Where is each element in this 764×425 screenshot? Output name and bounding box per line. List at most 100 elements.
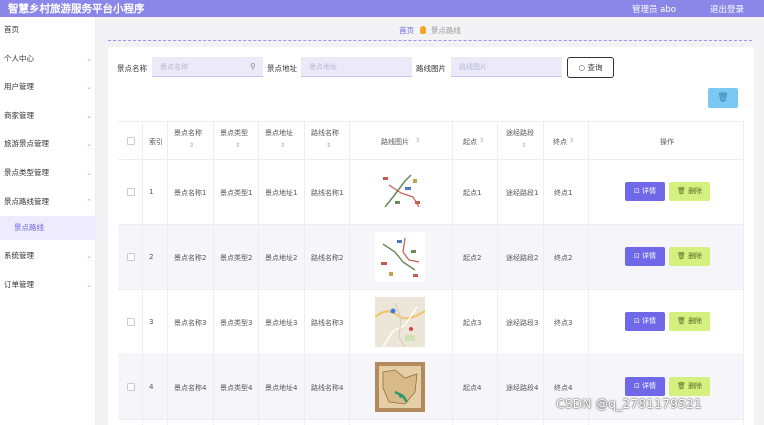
header-index: 索引 [149,138,163,146]
sidebar-item-attraction-management[interactable]: 旅游景点管理 ⌄ [0,134,96,154]
header-address[interactable]: 景点地址 [265,128,293,138]
header-end[interactable]: 终点 [553,137,567,147]
sidebar-item-label: 首页 [4,25,19,34]
sort-icon[interactable]: ⇕ [280,142,285,149]
breadcrumb-home[interactable]: 首页 [399,26,414,35]
cell-name: 景点名称4 [174,384,207,392]
cell-end: 终点1 [554,189,573,197]
query-button[interactable]: ○ 查询 [567,57,614,78]
column-divider [213,121,214,425]
sidebar-item-user-management[interactable]: 用户管理 ⌄ [0,77,96,97]
column-divider [142,121,143,425]
cell-end: 终点4 [554,384,573,392]
image-label: 路线图片 [416,64,446,73]
delete-button[interactable]: 🗑 删除 [669,182,710,201]
sidebar-item-label: 用户管理 [4,82,34,91]
delete-button[interactable]: 🗑 删除 [669,247,710,266]
app-title: 智慧乡村旅游服务平台小程序 [8,3,145,15]
user-info: 管理员 abo [631,5,676,15]
cell-address: 景点地址1 [265,189,298,197]
cell-name: 景点名称1 [174,189,207,197]
address-search-input[interactable] [301,57,412,77]
sidebar-item-home[interactable]: 首页 [0,20,96,40]
detail-button[interactable]: ⊡ 详情 [625,182,665,201]
name-search-input[interactable] [152,57,263,77]
batch-delete-button[interactable]: 🗑 [708,88,738,108]
detail-button[interactable]: ⊡ 详情 [625,312,665,331]
sort-icon[interactable]: ⇕ [479,137,484,144]
select-all-checkbox[interactable] [127,137,135,145]
table-row: 2 景点名称2 景点类型2 景点地址2 路线名称2 起点2 途经路段2 终点2 … [118,225,744,290]
cell-address: 景点地址4 [265,384,298,392]
route-map-thumbnail[interactable] [375,167,425,217]
delete-button-label: 删除 [688,187,703,195]
delete-button-label: 删除 [688,317,703,325]
header-name[interactable]: 景点名称 [174,128,202,138]
cell-name: 景点名称3 [174,319,207,327]
sort-icon[interactable]: ⇕ [415,137,420,144]
header-route[interactable]: 路线名称 [311,128,339,138]
sidebar-item-system-management[interactable]: 系统管理 ⌄ [0,246,96,266]
row-checkbox[interactable] [127,253,135,261]
delete-button[interactable]: 🗑 删除 [669,312,710,331]
header-type[interactable]: 景点类型 [220,128,248,138]
sort-icon[interactable]: ⇕ [235,142,240,149]
sidebar-subitem-routes[interactable]: 景点路线 [0,216,96,240]
sidebar-item-personal-center[interactable]: 个人中心 ⌄ [0,49,96,69]
detail-button[interactable]: ⊡ 详情 [625,247,665,266]
divider [108,40,752,41]
route-map-thumbnail[interactable] [375,362,425,412]
detail-button-label: 详情 [642,382,657,390]
query-button-label: 查询 [587,63,603,72]
cell-index: 4 [149,383,154,391]
sort-icon[interactable]: ⇕ [326,142,331,149]
chevron-down-icon: ⌄ [86,55,92,63]
logout-link[interactable]: 退出登录 [710,3,744,15]
column-divider [258,121,259,425]
image-search-input[interactable] [451,57,562,77]
cell-via: 途经路段2 [506,254,539,262]
column-divider [497,121,498,425]
detail-button-label: 详情 [642,252,657,260]
cell-index: 2 [149,253,154,261]
detail-button-label: 详情 [642,317,657,325]
sidebar-item-merchant-management[interactable]: 商家管理 ⌄ [0,106,96,126]
route-map-thumbnail[interactable] [375,232,425,282]
column-divider [588,121,589,425]
chevron-up-icon: ⌃ [86,198,92,206]
cell-index: 1 [149,188,154,196]
address-label: 景点地址 [267,64,297,73]
cell-name: 景点名称2 [174,254,207,262]
chevron-down-icon: ⌄ [86,83,92,91]
row-checkbox[interactable] [127,383,135,391]
trash-icon: 🗑 [717,93,729,103]
cell-end: 终点3 [554,319,573,327]
sort-icon[interactable]: ⇕ [521,142,526,149]
detail-button-label: 详情 [642,187,657,195]
sidebar-item-label: 景点类型管理 [4,168,49,177]
route-map-thumbnail[interactable] [375,297,425,347]
sort-icon[interactable]: ⇕ [569,137,574,144]
header-ops: 操作 [660,138,674,146]
cell-address: 景点地址3 [265,319,298,327]
header-via[interactable]: 途经路段 [506,128,534,138]
row-checkbox[interactable] [127,188,135,196]
sidebar-item-route-management[interactable]: 景点路线管理 ⌃ [0,192,96,212]
delete-button[interactable]: 🗑 删除 [669,377,710,396]
sidebar-item-label: 旅游景点管理 [4,139,49,148]
sort-icon[interactable]: ⇕ [189,142,194,149]
search-icon: ○ [578,63,586,72]
cell-route: 路线名称4 [311,384,344,392]
row-checkbox[interactable] [127,318,135,326]
detail-button[interactable]: ⊡ 详情 [625,377,665,396]
routes-table: 索引 景点名称 ⇕ 景点类型 ⇕ 景点地址 ⇕ 路线名称 ⇕ 路线图片 ⇕ 起点… [118,121,744,425]
header-start[interactable]: 起点 [463,137,477,147]
cell-via: 途经路段3 [506,319,539,327]
cell-start: 起点3 [463,319,482,327]
sidebar-item-label: 订单管理 [4,280,34,289]
header-image[interactable]: 路线图片 [381,137,409,147]
cell-start: 起点1 [463,189,482,197]
sidebar: 首页 个人中心 ⌄ 用户管理 ⌄ 商家管理 ⌄ 旅游景点管理 ⌄ 景点类型管理 … [0,17,96,425]
sidebar-item-attraction-type-management[interactable]: 景点类型管理 ⌄ [0,163,96,183]
sidebar-item-order-management[interactable]: 订单管理 ⌄ [0,275,96,295]
